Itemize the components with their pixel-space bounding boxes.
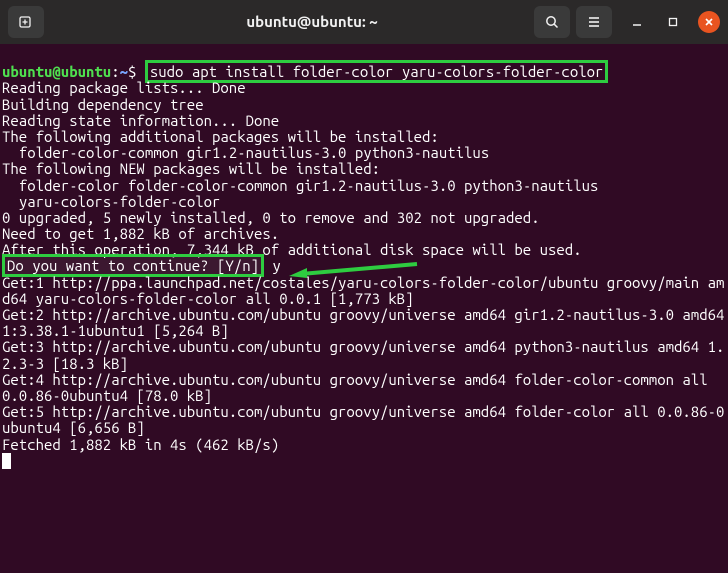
prompt-user-host: ubuntu@ubuntu	[2, 63, 111, 80]
new-tab-button[interactable]	[8, 6, 44, 38]
prompt-path: ~	[120, 63, 128, 80]
output-line: The following additional packages will b…	[2, 128, 439, 145]
output-line: folder-color folder-color-common gir1.2-…	[2, 177, 598, 194]
titlebar: ubuntu@ubuntu: ~	[0, 0, 728, 44]
output-line: Reading state information... Done	[2, 112, 279, 129]
window-title: ubuntu@ubuntu: ~	[96, 14, 528, 30]
prompt-colon: :	[111, 63, 119, 80]
close-icon	[703, 16, 715, 28]
prompt-symbol: $	[128, 63, 136, 80]
output-line: Need to get 1,882 kB of archives.	[2, 225, 279, 242]
output-line: Get:4 http://archive.ubuntu.com/ubuntu g…	[2, 371, 716, 404]
output-line: yaru-colors-folder-color	[2, 193, 220, 210]
output-line: The following NEW packages will be insta…	[2, 160, 380, 177]
hamburger-icon	[586, 14, 602, 30]
terminal-output[interactable]: ubuntu@ubuntu:~$ sudo apt install folder…	[0, 44, 728, 473]
search-button[interactable]	[534, 6, 570, 38]
output-line: 0 upgraded, 5 newly installed, 0 to remo…	[2, 209, 540, 226]
window-controls	[626, 11, 720, 33]
minimize-button[interactable]	[626, 11, 648, 33]
new-tab-icon	[18, 14, 34, 30]
minimize-icon	[631, 16, 643, 28]
output-line: Get:1 http://ppa.launchpad.net/costales/…	[2, 274, 724, 307]
output-line: Get:5 http://archive.ubuntu.com/ubuntu g…	[2, 403, 724, 436]
output-line: Building dependency tree	[2, 96, 204, 113]
maximize-icon	[667, 16, 679, 28]
output-line: Get:2 http://archive.ubuntu.com/ubuntu g…	[2, 306, 728, 339]
output-line: Get:3 http://archive.ubuntu.com/ubuntu g…	[2, 338, 724, 371]
close-button[interactable]	[698, 11, 720, 33]
cursor	[2, 453, 11, 469]
output-line: Fetched 1,882 kB in 4s (462 kB/s)	[2, 436, 279, 453]
menu-button[interactable]	[576, 6, 612, 38]
output-line: Reading package lists... Done	[2, 79, 246, 96]
maximize-button[interactable]	[662, 11, 684, 33]
search-icon	[544, 14, 560, 30]
output-line: folder-color-common gir1.2-nautilus-3.0 …	[2, 144, 489, 161]
continue-answer: y	[264, 257, 281, 274]
